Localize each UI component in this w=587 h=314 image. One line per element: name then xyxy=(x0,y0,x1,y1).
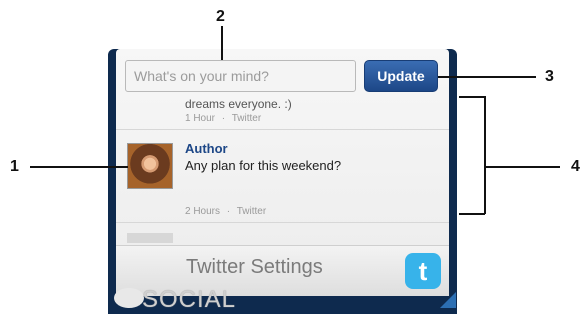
list-item[interactable] xyxy=(116,223,449,245)
tweet-source: Twitter xyxy=(231,113,262,124)
social-label-group: SOCIAL xyxy=(112,284,272,314)
status-placeholder: What's on your mind? xyxy=(134,68,269,84)
tweet-time: 1 Hour xyxy=(185,113,216,124)
update-button[interactable]: Update xyxy=(364,60,438,92)
tweet-meta: 2 Hours · Twitter xyxy=(185,206,266,217)
meta-separator: · xyxy=(226,206,231,217)
twitter-icon-letter: t xyxy=(418,255,428,286)
callout-4-label: 4 xyxy=(571,158,580,175)
callout-3-line xyxy=(438,76,536,78)
speech-bubble-icon xyxy=(114,288,144,308)
list-item[interactable]: dreams everyone. :) 1 Hour · Twitter xyxy=(116,97,449,130)
tweet-text: Any plan for this weekend? xyxy=(185,158,342,173)
tweet-meta: 1 Hour · Twitter xyxy=(185,113,261,124)
callout-1-line xyxy=(30,166,128,168)
social-label: SOCIAL xyxy=(142,286,237,313)
callout-4-bracket-vertical xyxy=(484,96,486,214)
tweet-source: Twitter xyxy=(236,206,267,217)
corner-accent xyxy=(440,292,456,308)
avatar[interactable] xyxy=(127,143,173,189)
twitter-settings-button[interactable]: Twitter Settings xyxy=(186,256,323,279)
meta-separator: · xyxy=(221,113,226,124)
tweet-text: dreams everyone. :) xyxy=(185,97,292,111)
callout-4-line xyxy=(484,166,560,168)
tweet-feed[interactable]: dreams everyone. :) 1 Hour · Twitter Aut… xyxy=(116,97,449,245)
tweet-time: 2 Hours xyxy=(185,206,221,217)
callout-2-line xyxy=(221,26,223,60)
list-item[interactable]: Author Any plan for this weekend? 2 Hour… xyxy=(116,130,449,223)
callout-4-bracket-bottom xyxy=(459,213,485,215)
callout-3-label: 3 xyxy=(545,68,554,85)
callout-1-label: 1 xyxy=(10,158,19,175)
callout-4-bracket-top xyxy=(459,96,485,98)
twitter-icon[interactable]: t xyxy=(405,253,441,289)
status-input[interactable]: What's on your mind? xyxy=(125,60,356,92)
tweet-author[interactable]: Author xyxy=(185,141,228,156)
avatar-partial xyxy=(127,233,173,243)
callout-2-label: 2 xyxy=(216,8,225,25)
